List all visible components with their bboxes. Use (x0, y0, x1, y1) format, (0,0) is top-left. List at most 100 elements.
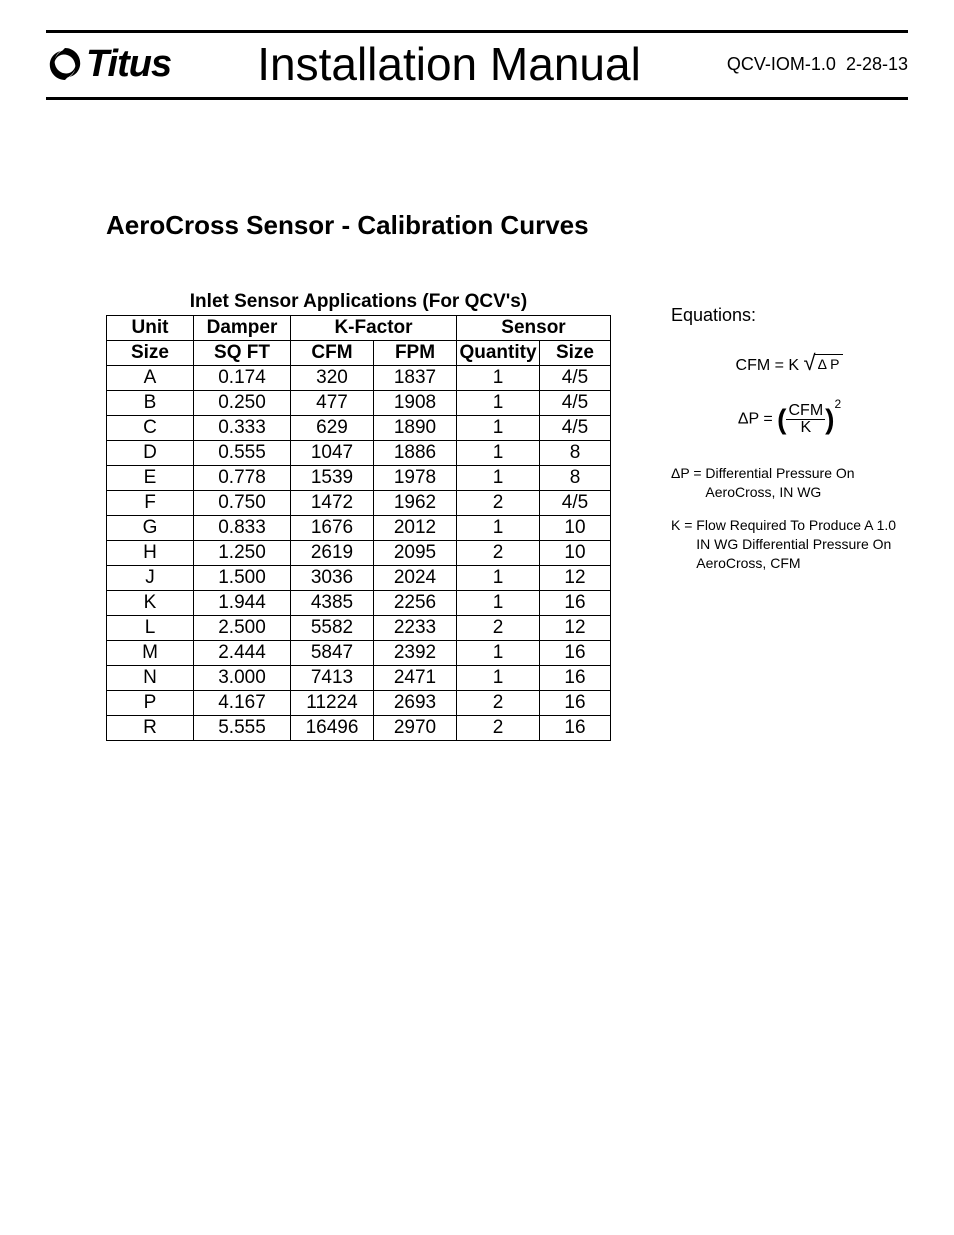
th-unit: Unit (107, 316, 194, 341)
cell-ssize: 16 (540, 666, 611, 691)
cell-sqft: 5.555 (194, 716, 291, 741)
cell-cfm: 16496 (291, 716, 374, 741)
cell-ssize: 4/5 (540, 366, 611, 391)
cell-unit: C (107, 416, 194, 441)
cell-ssize: 8 (540, 441, 611, 466)
cell-qty: 2 (457, 541, 540, 566)
cell-sqft: 0.250 (194, 391, 291, 416)
cell-unit: J (107, 566, 194, 591)
th-fpm: FPM (374, 341, 457, 366)
cell-cfm: 629 (291, 416, 374, 441)
cell-qty: 1 (457, 391, 540, 416)
cell-fpm: 2024 (374, 566, 457, 591)
cell-unit: P (107, 691, 194, 716)
cell-sqft: 0.750 (194, 491, 291, 516)
table-row: C0.333629189014/5 (107, 416, 611, 441)
cell-fpm: 2256 (374, 591, 457, 616)
cell-fpm: 1908 (374, 391, 457, 416)
cell-ssize: 4/5 (540, 391, 611, 416)
cell-qty: 1 (457, 441, 540, 466)
th-cfm: CFM (291, 341, 374, 366)
th-damper: Damper (194, 316, 291, 341)
cell-ssize: 12 (540, 616, 611, 641)
document-title: Installation Manual (171, 37, 727, 91)
cell-fpm: 2095 (374, 541, 457, 566)
cell-ssize: 16 (540, 716, 611, 741)
th-ssize: Size (540, 341, 611, 366)
cell-unit: E (107, 466, 194, 491)
th-sensor: Sensor (457, 316, 611, 341)
table-row: J1.50030362024112 (107, 566, 611, 591)
cell-sqft: 0.778 (194, 466, 291, 491)
cell-ssize: 16 (540, 691, 611, 716)
cell-fpm: 1962 (374, 491, 457, 516)
cell-unit: A (107, 366, 194, 391)
table-row: P4.167112242693216 (107, 691, 611, 716)
cell-fpm: 2392 (374, 641, 457, 666)
cell-cfm: 7413 (291, 666, 374, 691)
cell-qty: 1 (457, 641, 540, 666)
cell-cfm: 5847 (291, 641, 374, 666)
cell-cfm: 477 (291, 391, 374, 416)
th-qty: Quantity (457, 341, 540, 366)
cell-sqft: 4.167 (194, 691, 291, 716)
th-sqft: SQ FT (194, 341, 291, 366)
cell-cfm: 1047 (291, 441, 374, 466)
cell-fpm: 1886 (374, 441, 457, 466)
cell-unit: M (107, 641, 194, 666)
cell-sqft: 0.333 (194, 416, 291, 441)
cell-qty: 2 (457, 716, 540, 741)
cell-qty: 1 (457, 366, 540, 391)
cell-sqft: 0.174 (194, 366, 291, 391)
cell-qty: 1 (457, 566, 540, 591)
equations-block: Equations: CFM = K √ Δ P ΔP = ( CFM K )2… (671, 291, 908, 586)
cell-fpm: 2471 (374, 666, 457, 691)
table-head-row-1: Unit Damper K-Factor Sensor (107, 316, 611, 341)
cell-cfm: 11224 (291, 691, 374, 716)
eq1-lhs: CFM = K (736, 357, 800, 374)
cell-cfm: 1472 (291, 491, 374, 516)
table-row: F0.7501472196224/5 (107, 491, 611, 516)
cell-fpm: 1890 (374, 416, 457, 441)
table-caption: Inlet Sensor Applications (For QCV's) (106, 291, 611, 313)
fraction: CFM K (786, 403, 825, 436)
table-row: G0.83316762012110 (107, 516, 611, 541)
table-row: N3.00074132471116 (107, 666, 611, 691)
cell-qty: 2 (457, 691, 540, 716)
cell-ssize: 16 (540, 591, 611, 616)
cell-cfm: 3036 (291, 566, 374, 591)
cell-fpm: 2233 (374, 616, 457, 641)
cell-ssize: 8 (540, 466, 611, 491)
cell-qty: 1 (457, 466, 540, 491)
cell-sqft: 1.500 (194, 566, 291, 591)
cell-sqft: 3.000 (194, 666, 291, 691)
equation-dp: ΔP = ( CFM K )2 (671, 403, 908, 436)
cell-ssize: 4/5 (540, 491, 611, 516)
table-row: A0.174320183714/5 (107, 366, 611, 391)
cell-ssize: 16 (540, 641, 611, 666)
calibration-table-block: Inlet Sensor Applications (For QCV's) Un… (106, 291, 611, 741)
cell-sqft: 1.944 (194, 591, 291, 616)
cell-unit: D (107, 441, 194, 466)
cell-qty: 1 (457, 591, 540, 616)
cell-unit: K (107, 591, 194, 616)
cell-cfm: 4385 (291, 591, 374, 616)
cell-cfm: 320 (291, 366, 374, 391)
cell-qty: 2 (457, 491, 540, 516)
table-row: H1.25026192095210 (107, 541, 611, 566)
cell-ssize: 10 (540, 516, 611, 541)
header: Titus Installation Manual QCV-IOM-1.0 2-… (46, 30, 908, 100)
cell-sqft: 0.833 (194, 516, 291, 541)
th-kfactor: K-Factor (291, 316, 457, 341)
cell-sqft: 0.555 (194, 441, 291, 466)
section-title: AeroCross Sensor - Calibration Curves (106, 210, 908, 241)
table-row: M2.44458472392116 (107, 641, 611, 666)
equation-cfm: CFM = K √ Δ P (671, 354, 908, 375)
cell-sqft: 2.444 (194, 641, 291, 666)
cell-unit: B (107, 391, 194, 416)
cell-fpm: 2012 (374, 516, 457, 541)
cell-cfm: 1676 (291, 516, 374, 541)
cell-unit: F (107, 491, 194, 516)
cell-ssize: 4/5 (540, 416, 611, 441)
cell-cfm: 2619 (291, 541, 374, 566)
